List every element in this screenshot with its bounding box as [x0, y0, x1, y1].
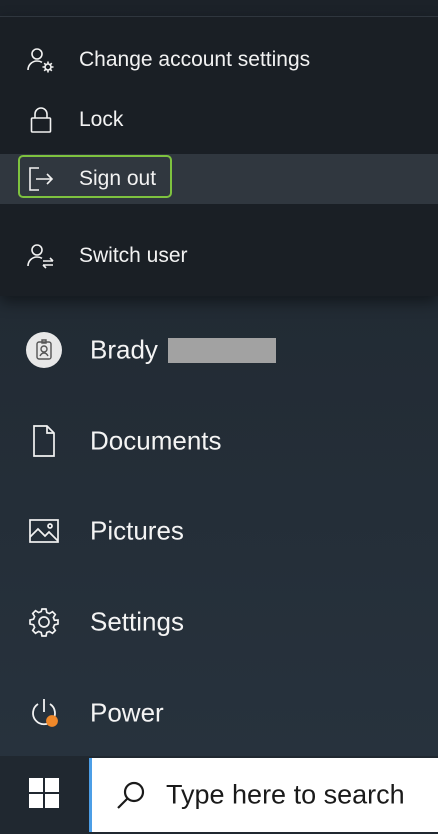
menu-item-lock[interactable]: Lock [0, 96, 438, 144]
lock-icon [26, 105, 56, 135]
user-gear-icon [26, 45, 56, 75]
menu-divider [0, 16, 438, 17]
menu-item-switch-user[interactable]: Switch user [0, 232, 438, 280]
menu-item-label: Switch user [79, 244, 188, 267]
start-item-label: Power [90, 697, 164, 728]
start-item-label: Pictures [90, 515, 184, 546]
taskbar-search-box[interactable]: Type here to search [89, 758, 438, 832]
start-item-power[interactable]: Power [0, 683, 438, 743]
start-item-pictures[interactable]: Pictures [0, 501, 438, 561]
taskbar: Type here to search [0, 756, 438, 834]
menu-item-label: Change account settings [79, 48, 311, 71]
user-name: Brady [90, 334, 158, 365]
start-button[interactable] [0, 756, 88, 834]
search-icon [114, 778, 148, 812]
gear-icon [26, 604, 62, 640]
menu-item-label: Lock [79, 108, 124, 131]
document-icon [26, 423, 62, 459]
power-icon [26, 695, 62, 731]
start-item-settings[interactable]: Settings [0, 592, 438, 652]
redacted-surname [168, 338, 276, 363]
windows-logo-icon [27, 776, 61, 815]
search-placeholder: Type here to search [166, 779, 405, 810]
menu-item-change-account-settings[interactable]: Change account settings [0, 36, 438, 84]
start-item-label: Settings [90, 606, 184, 637]
picture-icon [26, 513, 62, 549]
start-item-label: Documents [90, 425, 222, 456]
start-item-documents[interactable]: Documents [0, 411, 438, 471]
user-avatar-icon [26, 332, 62, 368]
keyboard-focus-ring [18, 155, 172, 198]
switch-user-icon [26, 241, 56, 271]
